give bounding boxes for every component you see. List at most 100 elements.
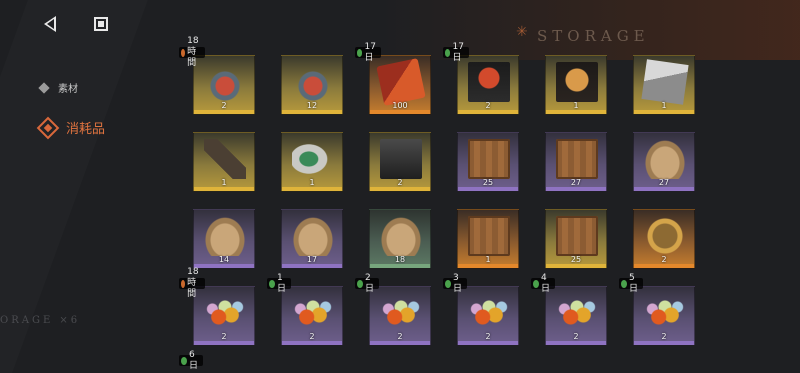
expiry-days-badge: 3日	[443, 273, 467, 294]
rarity-bar	[282, 341, 342, 345]
item-count: 14	[218, 255, 230, 264]
expiry-days-badge: 5日	[619, 273, 643, 294]
expiry-days-badge: 6日	[179, 350, 203, 371]
storage-title-text: STORAGE	[537, 27, 650, 45]
expiry-days-badge: 4日	[531, 273, 555, 294]
item-count: 2	[397, 178, 403, 187]
side-decoration: ORAGE ×6	[0, 315, 81, 326]
item-count: 2	[397, 332, 403, 341]
item-slot-gold-rabbit-box[interactable]: 1	[545, 55, 607, 115]
item-count: 1	[485, 255, 491, 264]
clock-icon	[181, 356, 187, 365]
item-slot-retro-tv[interactable]: 1	[281, 132, 343, 192]
expiry-days-badge: 2日	[355, 273, 379, 294]
item-slot-tied-sack-purple-2[interactable]: 14	[193, 209, 255, 269]
item-count: 2	[661, 332, 667, 341]
badge-text: 6日	[188, 349, 198, 371]
wooden-crate-purple-2-icon	[556, 139, 598, 179]
category-materials[interactable]: 素材	[38, 80, 78, 95]
item-slot-wooden-crate-gold[interactable]: 25	[545, 209, 607, 269]
item-count: 25	[482, 178, 494, 187]
item-count: 2	[309, 332, 315, 341]
item-slot-tied-sack-purple-3[interactable]: 17	[281, 209, 343, 269]
expiry-days-badge: 1日	[267, 273, 291, 294]
item-count: 2	[661, 255, 667, 264]
fruit-gems-5-icon	[556, 293, 598, 333]
retro-tv-icon	[292, 139, 334, 179]
item-count: 1	[309, 178, 315, 187]
category-label: 消耗品	[66, 122, 106, 137]
fruit-gems-1-icon	[204, 293, 246, 333]
item-slot-red-card-pack[interactable]: 100	[369, 55, 431, 115]
tied-sack-purple-2-icon	[204, 216, 246, 256]
item-count: 2	[573, 332, 579, 341]
item-slot-photo-pile[interactable]: 1	[633, 55, 695, 115]
wooden-crate-orange-icon	[468, 216, 510, 256]
item-slot-fruit-gems-6[interactable]: 2	[633, 286, 695, 346]
item-count: 27	[658, 178, 670, 187]
item-slot-fruit-gems-2[interactable]: 2	[281, 286, 343, 346]
item-count: 1	[661, 101, 667, 110]
badge-text: 4日	[540, 272, 550, 294]
badge-text: 3日	[452, 272, 462, 294]
wooden-crate-purple-icon	[468, 139, 510, 179]
medal-icon	[644, 216, 686, 256]
rarity-bar	[634, 187, 694, 191]
category-consumables[interactable]: 消耗品	[36, 116, 106, 139]
back-button[interactable]	[38, 12, 62, 36]
rarity-bar	[634, 264, 694, 268]
clock-icon	[269, 279, 275, 288]
clock-icon	[445, 48, 451, 57]
rarity-bar	[370, 110, 430, 114]
item-count: 2	[221, 332, 227, 341]
bottle-icon	[204, 139, 246, 179]
item-slot-fruit-gems-5[interactable]: 2	[545, 286, 607, 346]
item-count: 2	[485, 101, 491, 110]
item-count: 100	[392, 101, 408, 110]
item-slot-tied-sack-green[interactable]: 18	[369, 209, 431, 269]
gold-rabbit-box-icon	[556, 62, 598, 102]
clock-icon	[533, 279, 539, 288]
home-button[interactable]	[89, 12, 113, 36]
tied-sack-green-icon	[380, 216, 422, 256]
clock-icon	[621, 279, 627, 288]
item-slot-fruit-gems-3[interactable]: 2	[369, 286, 431, 346]
item-slot-medal[interactable]: 2	[633, 209, 695, 269]
rarity-bar	[282, 264, 342, 268]
badge-text: 2日	[364, 272, 374, 294]
item-count: 18	[394, 255, 406, 264]
glass-jar-bombs-icon	[204, 62, 246, 102]
item-count: 27	[570, 178, 582, 187]
item-count: 2	[485, 332, 491, 341]
expiry-hours-badge: 18時間	[179, 36, 206, 68]
rarity-bar	[370, 341, 430, 345]
rarity-bar	[458, 341, 518, 345]
rarity-bar	[282, 110, 342, 114]
item-slot-fruit-gems-4[interactable]: 2	[457, 286, 519, 346]
rarity-bar	[546, 110, 606, 114]
item-count: 2	[221, 101, 227, 110]
fruit-gems-4-icon	[468, 293, 510, 333]
item-slot-bottle[interactable]: 1	[193, 132, 255, 192]
item-slot-glass-jar-bombs-2[interactable]: 12	[281, 55, 343, 115]
clock-icon	[357, 48, 363, 57]
fruit-gems-6-icon	[644, 293, 686, 333]
tied-sack-purple-icon	[644, 139, 686, 179]
glass-jar-bombs-2-icon	[292, 62, 334, 102]
tied-sack-purple-3-icon	[292, 216, 334, 256]
item-slot-wooden-crate-purple-2[interactable]: 27	[545, 132, 607, 192]
item-slot-wooden-crate-orange[interactable]: 1	[457, 209, 519, 269]
item-count: 1	[573, 101, 579, 110]
dark-tv-box-icon	[380, 139, 422, 179]
rarity-bar	[634, 341, 694, 345]
item-slot-dark-tv-box[interactable]: 2	[369, 132, 431, 192]
hourglass-icon	[181, 48, 186, 57]
item-count: 12	[306, 101, 318, 110]
back-triangle-icon	[44, 16, 56, 32]
item-slot-wooden-crate-purple[interactable]: 25	[457, 132, 519, 192]
badge-text: 17日	[452, 41, 464, 63]
diamond-icon	[38, 81, 50, 94]
item-slot-tied-sack-purple[interactable]: 27	[633, 132, 695, 192]
item-slot-red-rabbit-box[interactable]: 2	[457, 55, 519, 115]
item-count: 17	[306, 255, 318, 264]
